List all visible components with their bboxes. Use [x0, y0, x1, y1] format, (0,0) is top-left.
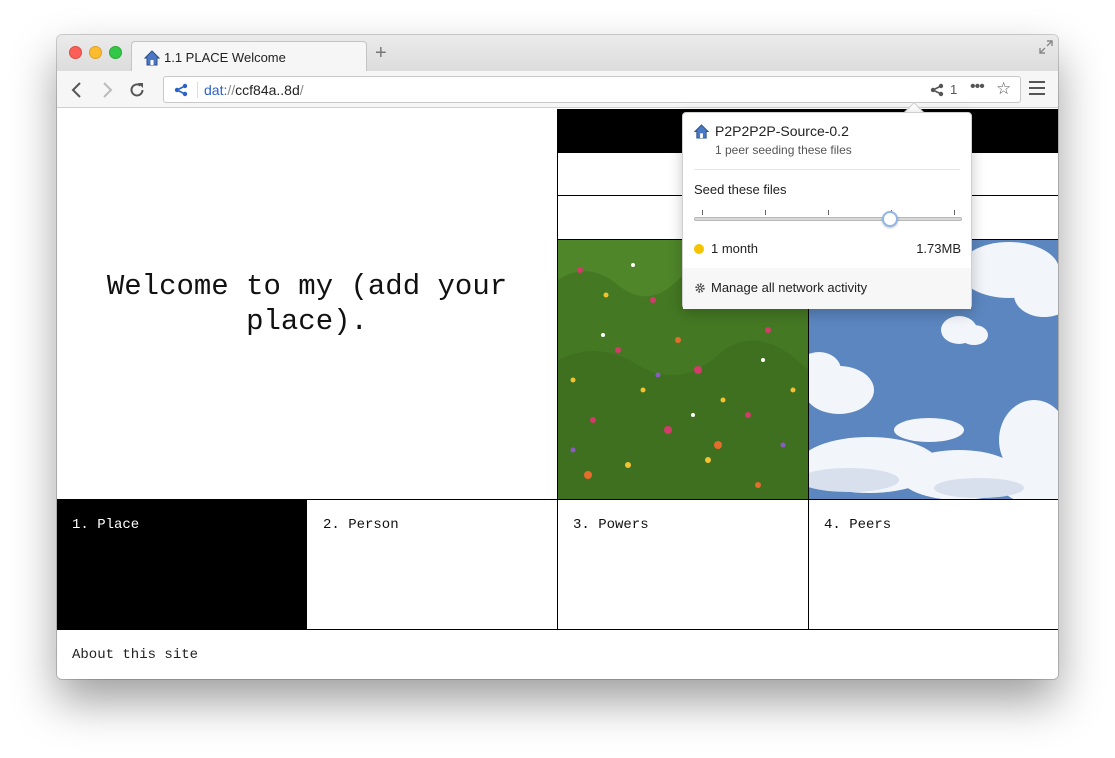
browser-window: 1.1 PLACE Welcome + dat://ccf84a..8d/ 1 …: [57, 35, 1058, 679]
manage-network-label: Manage all network activity: [711, 280, 868, 295]
welcome-panel: Welcome to my (add your place).: [57, 109, 557, 499]
share-icon[interactable]: [174, 83, 188, 97]
peer-count[interactable]: 1: [950, 82, 957, 97]
network-popover: P2P2P2P-Source-0.2 1 peer seeding these …: [682, 112, 972, 309]
toolbar: dat://ccf84a..8d/ 1 ••• ☆: [57, 71, 1058, 108]
more-options-button[interactable]: •••: [970, 78, 985, 96]
slider-thumb[interactable]: [881, 211, 898, 227]
hamburger-menu-icon[interactable]: [1029, 81, 1045, 95]
slider-tick: [702, 210, 703, 215]
address-bar[interactable]: dat://ccf84a..8d/ 1 ••• ☆: [163, 76, 1021, 103]
close-window-button[interactable]: [69, 46, 82, 59]
reload-icon[interactable]: [127, 80, 147, 100]
url-text: dat://ccf84a..8d/: [204, 82, 304, 98]
bookmark-star-icon[interactable]: ☆: [996, 79, 1011, 99]
minimize-window-button[interactable]: [89, 46, 102, 59]
home-icon: [144, 50, 160, 66]
peer-status: 1 peer seeding these files: [715, 143, 852, 157]
back-arrow-icon[interactable]: [67, 80, 87, 100]
slider-tick: [828, 210, 829, 215]
site-name: P2P2P2P-Source-0.2: [715, 123, 849, 139]
manage-network-button[interactable]: Manage all network activity: [683, 268, 971, 309]
tab-title: 1.1 PLACE Welcome: [164, 50, 286, 65]
seed-duration: 1 month: [711, 241, 758, 256]
url-host: ccf84a..8d: [235, 82, 300, 98]
about-link[interactable]: About this site: [57, 630, 1058, 679]
home-icon: [694, 124, 709, 139]
page-heading: Welcome to my (add your place).: [106, 270, 508, 338]
forward-arrow-icon[interactable]: [97, 80, 117, 100]
slider-tick: [765, 210, 766, 215]
fullscreen-icon[interactable]: [1038, 39, 1054, 55]
zoom-window-button[interactable]: [109, 46, 122, 59]
title-bar: 1.1 PLACE Welcome +: [57, 35, 1058, 72]
gear-icon: [695, 283, 705, 293]
address-divider: [197, 82, 198, 98]
url-scheme: dat:: [204, 82, 228, 98]
nav-place[interactable]: 1. Place: [57, 500, 307, 629]
nav-peers[interactable]: 4. Peers: [809, 500, 1058, 629]
seed-duration-slider[interactable]: [694, 217, 962, 221]
network-share-icon[interactable]: [930, 83, 944, 97]
seed-size: 1.73MB: [916, 241, 961, 256]
active-tab[interactable]: 1.1 PLACE Welcome: [131, 41, 367, 72]
url-trailing-slash: /: [299, 82, 304, 98]
slider-tick: [954, 210, 955, 215]
new-tab-button[interactable]: +: [375, 43, 387, 63]
divider: [694, 169, 960, 170]
seed-status-dot: [694, 244, 704, 254]
nav-person[interactable]: 2. Person: [308, 500, 557, 629]
nav-powers[interactable]: 3. Powers: [558, 500, 808, 629]
seed-label: Seed these files: [694, 182, 787, 197]
url-slashes: //: [227, 82, 236, 98]
